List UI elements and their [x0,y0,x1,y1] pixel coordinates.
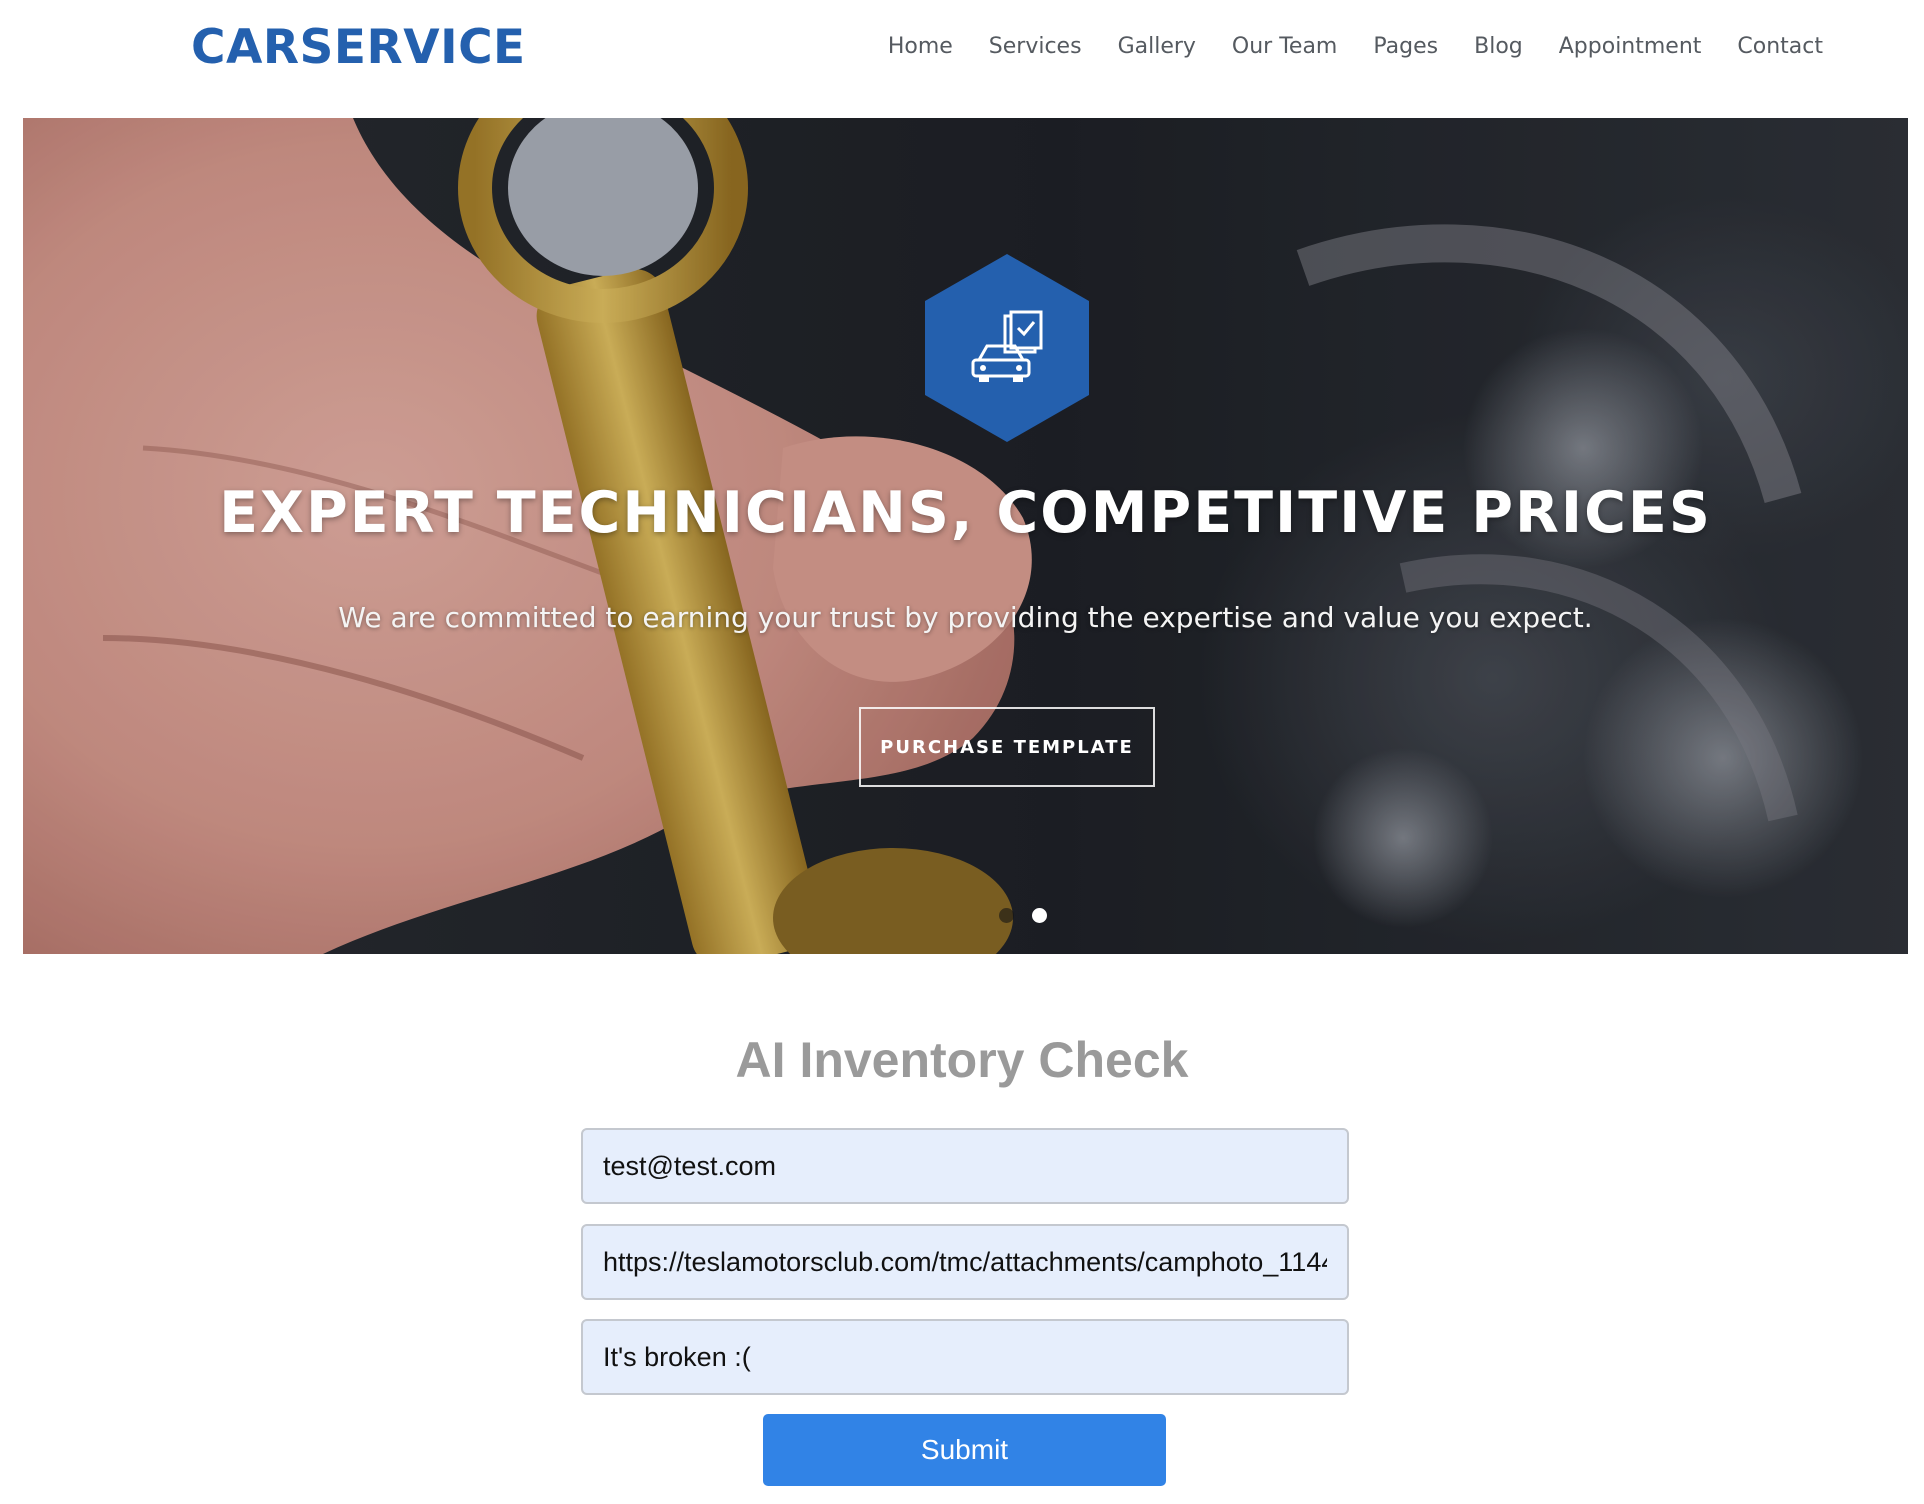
nav-link-pages[interactable]: Pages [1373,34,1438,59]
form-title: AI Inventory Check [735,1032,1189,1088]
email-field[interactable] [581,1128,1349,1204]
car-checklist-icon [925,254,1089,442]
nav-link-blog[interactable]: Blog [1474,34,1523,59]
description-field[interactable] [581,1319,1349,1395]
hero-subtitle: We are committed to earning your trust b… [338,601,1593,634]
nav-item-appointment: Appointment [1559,30,1702,64]
nav-link-home[interactable]: Home [888,34,953,59]
nav-item-pages: Pages [1373,30,1438,64]
purchase-template-button[interactable]: PURCHASE TEMPLATE [859,707,1155,787]
brand-logo[interactable]: CARSERVICE [191,18,526,78]
slider-dot-2-active[interactable] [1032,908,1047,923]
nav-link-services[interactable]: Services [989,34,1082,59]
hero-title: EXPERT TECHNICIANS, COMPETITIVE PRICES [219,480,1712,546]
slider-dots [999,908,1047,923]
nav-item-our-team: Our Team [1232,30,1337,64]
hero-slider: EXPERT TECHNICIANS, COMPETITIVE PRICES W… [23,118,1908,954]
main-nav: Home Services Gallery Our Team Pages Blo… [888,30,1823,64]
nav-item-blog: Blog [1474,30,1523,64]
slider-dot-1[interactable] [999,908,1014,923]
image-url-field[interactable] [581,1224,1349,1300]
nav-item-contact: Contact [1737,30,1823,64]
site-header: CARSERVICE Home Services Gallery Our Tea… [0,0,1924,118]
nav-link-contact[interactable]: Contact [1737,34,1823,59]
nav-item-gallery: Gallery [1118,30,1196,64]
nav-item-home: Home [888,30,953,64]
submit-button[interactable]: Submit [763,1414,1166,1486]
hero-content: EXPERT TECHNICIANS, COMPETITIVE PRICES W… [23,118,1908,954]
nav-link-gallery[interactable]: Gallery [1118,34,1196,59]
nav-link-appointment[interactable]: Appointment [1559,34,1702,59]
nav-link-our-team[interactable]: Our Team [1232,34,1337,59]
nav-item-services: Services [989,30,1082,64]
